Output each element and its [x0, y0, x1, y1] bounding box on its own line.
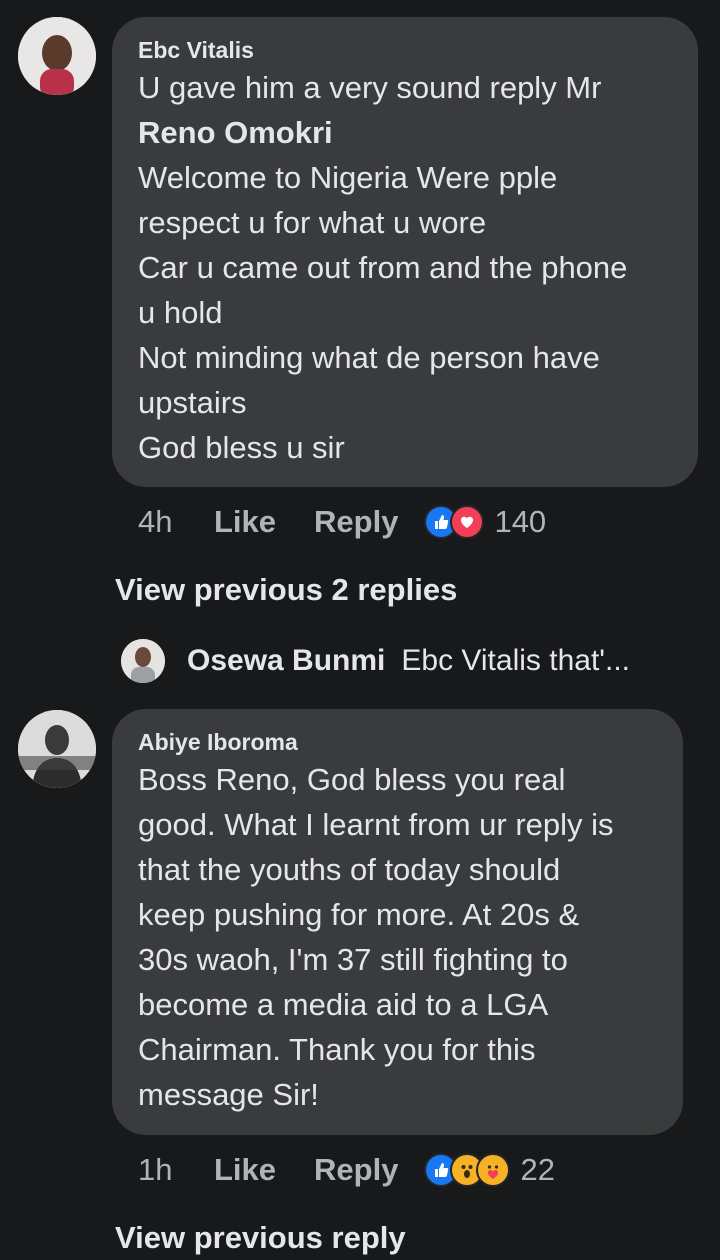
- avatar-image: [18, 710, 96, 788]
- comment-text-line: that the youths of today should: [138, 852, 561, 887]
- comment-text-line: u hold: [138, 295, 223, 330]
- comment-text-line: 30s waoh, I'm 37 still fighting to: [138, 942, 568, 977]
- comment-text-line: good. What I learnt from ur reply is: [138, 807, 614, 842]
- comment-timestamp[interactable]: 1h: [138, 1152, 214, 1188]
- like-button[interactable]: Like: [214, 504, 276, 540]
- comment-author[interactable]: Abiye Iboroma: [138, 727, 657, 757]
- comment-text-line: message Sir!: [138, 1077, 319, 1112]
- comment-actions: 4h Like Reply 140: [138, 502, 546, 542]
- comment-text-line: Boss Reno, God bless you real: [138, 762, 566, 797]
- comment-text-line: Not minding what de person have: [138, 340, 600, 375]
- comment-text-line: God bless u sir: [138, 430, 345, 465]
- comment-author[interactable]: Ebc Vitalis: [138, 35, 672, 65]
- comment-text-line: Chairman. Thank you for this: [138, 1032, 536, 1067]
- reply-author[interactable]: Osewa Bunmi: [187, 644, 385, 678]
- like-button[interactable]: Like: [214, 1152, 276, 1188]
- avatar-abiye-iboroma[interactable]: [18, 710, 96, 788]
- reply-preview[interactable]: Osewa Bunmi Ebc Vitalis that'...: [121, 638, 630, 684]
- view-previous-replies-link[interactable]: View previous 2 replies: [115, 572, 457, 608]
- care-icon: [476, 1153, 511, 1187]
- avatar-image: [121, 639, 165, 683]
- reaction-count: 140: [494, 504, 547, 539]
- comment-body: Boss Reno, God bless you real good. What …: [138, 757, 657, 1117]
- comment-text-line: U gave him a very sound reply Mr: [138, 70, 602, 105]
- avatar-ebc-vitalis[interactable]: [18, 17, 96, 95]
- reply-button[interactable]: Reply: [314, 504, 398, 540]
- comment-text-line: Car u came out from and the phone: [138, 250, 628, 285]
- comment-timestamp[interactable]: 4h: [138, 504, 214, 540]
- reply-button[interactable]: Reply: [314, 1152, 398, 1188]
- comment-text-line: keep pushing for more. At 20s &: [138, 897, 580, 932]
- comment-text-line: upstairs: [138, 385, 247, 420]
- mentioned-name[interactable]: Reno Omokri: [138, 110, 672, 155]
- comment-text-line: respect u for what u wore: [138, 205, 487, 240]
- comment-bubble[interactable]: Ebc Vitalis U gave him a very sound repl…: [112, 17, 698, 487]
- comment-text-line: Welcome to Nigeria Were pple: [138, 160, 558, 195]
- view-previous-reply-link[interactable]: View previous reply: [115, 1220, 406, 1256]
- reactions-summary[interactable]: 140: [424, 504, 546, 540]
- reactions-summary[interactable]: 22: [424, 1152, 555, 1188]
- avatar-image: [18, 17, 96, 95]
- avatar-osewa-bunmi[interactable]: [121, 639, 165, 683]
- love-icon: [450, 505, 485, 539]
- comment-bubble[interactable]: Abiye Iboroma Boss Reno, God bless you r…: [112, 709, 683, 1135]
- reply-snippet: Ebc Vitalis that'...: [401, 644, 631, 677]
- reaction-count: 22: [520, 1152, 555, 1187]
- comment-actions: 1h Like Reply 22: [138, 1150, 555, 1190]
- comment-text-line: become a media aid to a LGA: [138, 987, 549, 1022]
- comment-body: U gave him a very sound reply Mr Reno Omo…: [138, 65, 672, 470]
